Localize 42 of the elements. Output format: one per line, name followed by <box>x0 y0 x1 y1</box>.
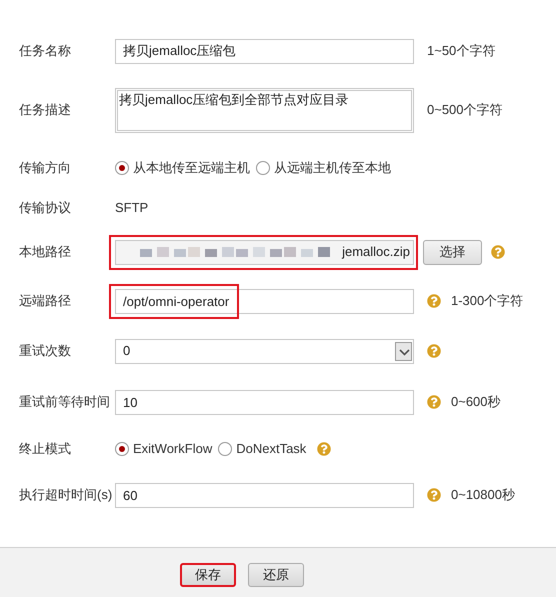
text-area[interactable]: 拷贝jemalloc压缩包到全部节点对应目录 <box>115 88 414 132</box>
field-label: 任务描述 <box>18 101 72 120</box>
text-field[interactable]: 10 <box>115 390 414 414</box>
field-label: 任务名称 <box>18 42 72 60</box>
help-icon[interactable] <box>317 442 332 456</box>
protocol-value: SFTP <box>115 199 148 218</box>
save-button[interactable]: 保存 <box>180 563 236 587</box>
radio-label[interactable]: DoNextTask <box>236 439 306 459</box>
hint-text: 0~600秒 <box>451 393 501 412</box>
hint-text: 0~10800秒 <box>451 486 515 504</box>
file-name: jemalloc.zip <box>342 243 410 262</box>
radio-label[interactable]: 从远端主机传至本地 <box>274 158 391 178</box>
radio-button[interactable] <box>256 161 270 175</box>
restore-button[interactable]: 还原 <box>248 563 304 587</box>
field-label: 本地路径 <box>18 243 72 262</box>
radio-button[interactable] <box>115 442 129 456</box>
hint-text: 0~500个字符 <box>427 101 503 120</box>
hint-text: 1-300个字符 <box>451 292 524 310</box>
radio-label[interactable]: 从本地传至远端主机 <box>133 158 250 178</box>
select-field[interactable]: 0 <box>115 338 414 364</box>
text-field[interactable]: 60 <box>115 482 414 508</box>
radio-button[interactable] <box>218 442 232 456</box>
text-field[interactable]: /opt/omni-operator <box>115 288 414 314</box>
radio-button[interactable] <box>115 161 129 175</box>
help-icon[interactable] <box>427 395 441 409</box>
field-label: 终止模式 <box>18 440 72 458</box>
help-icon[interactable] <box>427 488 441 502</box>
field-label: 执行超时时间(s) <box>18 486 114 504</box>
field-label: 重试前等待时间 <box>18 393 111 412</box>
text-field[interactable]: 拷贝jemalloc压缩包 <box>115 38 414 64</box>
field-label: 传输协议 <box>18 199 72 218</box>
radio-label[interactable]: ExitWorkFlow <box>133 439 212 459</box>
chevron-down-icon[interactable] <box>395 342 412 360</box>
help-icon[interactable] <box>427 344 441 358</box>
choose-button[interactable]: 选择 <box>423 240 482 264</box>
field-label: 远端路径 <box>18 292 72 310</box>
field-label: 重试次数 <box>18 342 72 360</box>
help-icon[interactable] <box>491 245 505 259</box>
field-label: 传输方向 <box>18 159 72 178</box>
file-path-field[interactable]: jemalloc.zip <box>115 240 414 264</box>
help-icon[interactable] <box>427 294 441 308</box>
hint-text: 1~50个字符 <box>427 42 496 60</box>
